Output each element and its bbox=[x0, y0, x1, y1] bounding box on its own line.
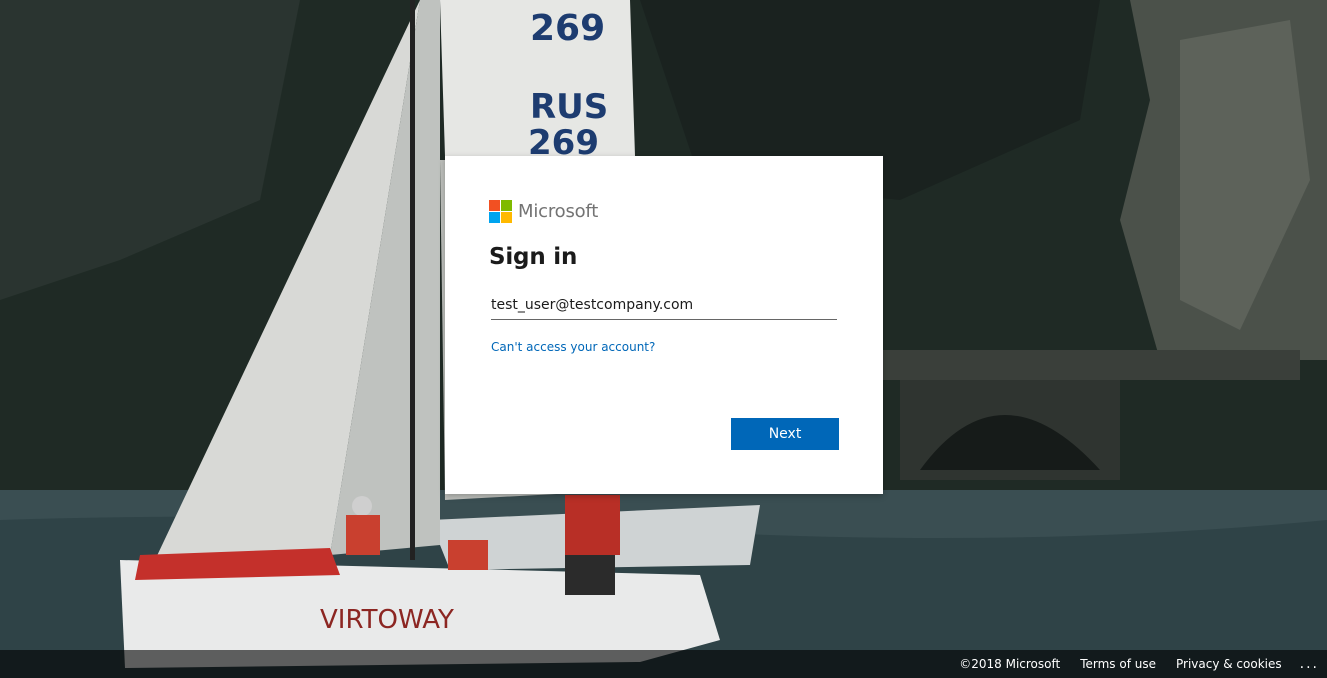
terms-of-use-link[interactable]: Terms of use bbox=[1080, 657, 1156, 671]
microsoft-logo-icon bbox=[489, 200, 512, 223]
more-options-icon[interactable]: ... bbox=[1300, 656, 1319, 672]
page-title: Sign in bbox=[489, 244, 578, 270]
footer-copyright: ©2018 Microsoft bbox=[959, 657, 1061, 671]
footer: ©2018 Microsoft Terms of use Privacy & c… bbox=[0, 650, 1327, 678]
sail-country: RUS bbox=[530, 87, 608, 127]
signin-card: Microsoft Sign in Can't access your acco… bbox=[445, 156, 883, 494]
cant-access-account-link[interactable]: Can't access your account? bbox=[491, 340, 655, 354]
microsoft-wordmark: Microsoft bbox=[518, 201, 599, 222]
next-button[interactable]: Next bbox=[731, 418, 839, 450]
email-field[interactable] bbox=[491, 290, 837, 320]
boat-name: VIRTOWAY bbox=[320, 605, 454, 635]
sail-number-top: 269 bbox=[530, 8, 605, 49]
privacy-cookies-link[interactable]: Privacy & cookies bbox=[1176, 657, 1282, 671]
microsoft-logo: Microsoft bbox=[489, 200, 598, 223]
